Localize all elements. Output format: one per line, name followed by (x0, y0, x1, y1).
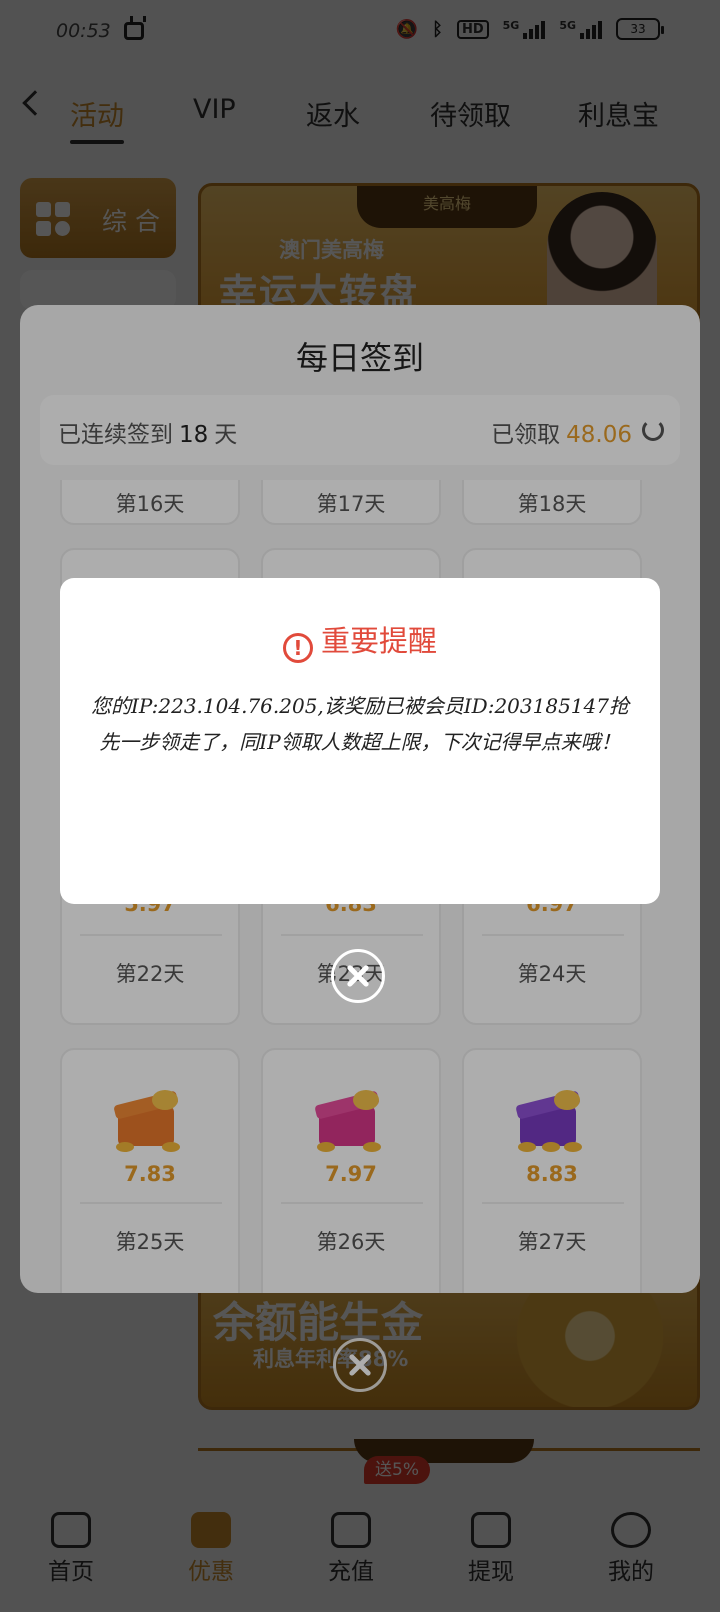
warning-icon: ! (282, 633, 313, 663)
close-alert-button[interactable] (331, 949, 385, 1003)
alert-dialog: ! 重要提醒 您的IP:223.104.76.205,该奖励已被会员ID:2031… (60, 578, 660, 904)
alert-title-text: 重要提醒 (320, 624, 437, 658)
alert-title: ! 重要提醒 (60, 618, 660, 663)
alert-message: 您的IP:223.104.76.205,该奖励已被会员ID:203185147抢… (91, 694, 629, 754)
